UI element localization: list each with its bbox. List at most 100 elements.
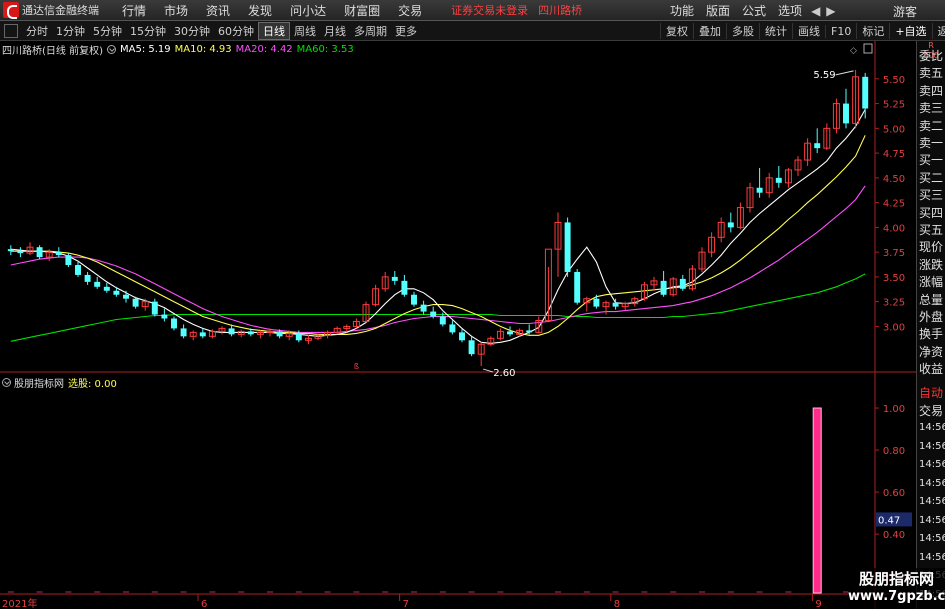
side-item-15[interactable]: 外盘 [919,308,945,325]
candle-body-down [439,316,446,325]
candle-body-down [660,280,667,295]
side-item-14[interactable]: 总量 [919,291,945,308]
login-status[interactable]: 证券交易未登录 [451,2,528,18]
diamond-icon: ◇ [850,46,857,56]
side-item-0[interactable]: 委比 [919,47,945,64]
side-item-16[interactable]: 换手 [919,325,945,342]
period-1min[interactable]: 1分钟 [52,23,89,39]
side-time-4: 14:56 [919,496,945,507]
tool-add-watchlist[interactable]: +自选 [889,23,931,39]
side-item-18[interactable]: 收益 [919,360,945,377]
side-item-7[interactable]: 买二 [919,169,945,186]
menu-zixun[interactable]: 资讯 [197,2,239,19]
tool-huaxian[interactable]: 画线 [792,23,825,39]
menu-shichang[interactable]: 市场 [155,2,197,19]
menu-wenxiaoda[interactable]: 问小达 [281,2,335,19]
menu-gongneng[interactable]: 功能 [664,2,700,19]
event-marker-icon: ß [354,362,359,371]
candle-body-down [843,103,849,124]
side-time-6: 14:56 [919,533,945,544]
menu-gongshi[interactable]: 公式 [736,2,772,19]
side-item-8[interactable]: 买三 [919,186,945,203]
side-item-3[interactable]: 卖三 [919,99,945,116]
side-item-5[interactable]: 卖一 [919,134,945,151]
side-time-3: 14:56 [919,477,945,489]
high-arrow [835,70,854,76]
side-auto[interactable]: 自动 [919,384,945,401]
period-multi[interactable]: 多周期 [350,23,391,39]
tool-f10[interactable]: F10 [825,24,856,38]
tool-tongji[interactable]: 统计 [759,23,792,39]
side-item-9[interactable]: 买四 [919,204,945,221]
period-30min[interactable]: 30分钟 [170,23,214,39]
tool-back[interactable]: 返回 [931,23,945,39]
period-daily[interactable]: 日线 [258,21,290,40]
side-item-13[interactable]: 涨幅 [919,273,945,290]
candle-body-down [171,318,177,329]
watermark-url: www.7gpzb.com [848,589,945,604]
candle-body-down [94,281,101,287]
period-60min[interactable]: 60分钟 [214,23,258,39]
chart-area[interactable]: 5.50 5.25 5.00 4.75 4.50 4.25 4.00 3.75 3.50 3.25… [0,41,916,609]
side-item-11[interactable]: 现价 [919,238,945,255]
tool-diejia[interactable]: 叠加 [693,23,726,39]
side-item-10[interactable]: 买五 [919,221,945,238]
menu-xuanxiang[interactable]: 选项 [772,2,808,19]
period-weekly[interactable]: 周线 [290,23,320,39]
kline-chart[interactable]: 5.50 5.25 5.00 4.75 4.50 4.25 4.00 3.75 3.50 3.25… [0,41,916,609]
sub-axis-label: 0.40 [883,530,905,541]
period-monthly[interactable]: 月线 [320,23,350,39]
tool-fuquan[interactable]: 复权 [660,23,693,39]
side-trade[interactable]: 交易 [919,402,945,419]
price-axis-label: 4.50 [883,174,905,185]
candle-body-down [612,302,619,307]
menu-caifuquan[interactable]: 财富圈 [335,2,389,19]
side-item-1[interactable]: 卖五 [919,64,945,81]
sub-axis-label: 1.00 [883,404,905,415]
candle-body-down [247,331,254,335]
tool-duogu[interactable]: 多股 [726,23,759,39]
candle-body-down [420,304,427,312]
candle-body-down [468,340,475,355]
candle-body-up [266,330,274,333]
price-axis-label: 3.00 [883,322,905,333]
side-item-2[interactable]: 卖四 [919,82,945,99]
period-more[interactable]: 更多 [391,23,421,39]
sub-legend: 股朋指标网 选股: 0.00 [2,375,117,390]
menu-jiaoyi[interactable]: 交易 [389,2,431,19]
toolbar-toggle-icon[interactable] [4,23,18,38]
high-price-label: 5.59 [813,70,835,81]
forward-arrow-icon[interactable]: ▶ [823,4,838,18]
period-15min[interactable]: 15分钟 [126,23,170,39]
sub-axis-label: 0.60 [883,488,905,499]
main-title: 四川路桥(日线 前复权) [2,45,103,57]
back-arrow-icon[interactable]: ◀ [808,4,823,18]
date-axis-month: 8 [614,599,620,609]
menu-hangqing[interactable]: 行情 [113,2,155,19]
menu-faxian[interactable]: 发现 [239,2,281,19]
quote-side-panel[interactable]: R 300 委比 卖五 卖四 卖三 卖二 卖一 买一 买二 买三 买四 买五 现价 涨跌 涨幅 总量 外盘 换手… [916,41,945,609]
side-item-12[interactable]: 涨跌 [919,256,945,273]
candle-body-down [7,249,14,252]
candle-body-down [526,330,533,333]
tool-biaoji[interactable]: 标记 [856,23,889,39]
candle-body-down [449,324,456,333]
menu-banmian[interactable]: 版面 [700,2,736,19]
side-item-4[interactable]: 卖二 [919,117,945,134]
side-item-17[interactable]: 净资 [919,343,945,360]
side-time-7: 14:56 [919,551,945,563]
candle-body-down [593,298,600,307]
side-time-0: 14:56 [919,422,945,433]
candle-body-down [430,311,437,317]
ma10-label: MA10: 4.93 [174,43,232,55]
period-5min[interactable]: 5分钟 [89,23,126,39]
guest-user[interactable]: 游客 [893,3,917,20]
period-fenshi[interactable]: 分时 [22,23,52,39]
price-axis-label: 5.00 [883,124,905,135]
candle-body-down [775,177,782,183]
candle-body-down [36,247,43,258]
settings-circle-icon[interactable] [106,44,116,54]
sub-axis-highlight-label: 0.47 [878,515,900,526]
side-item-6[interactable]: 买一 [919,151,945,168]
sub-settings-circle-icon[interactable] [2,377,11,387]
